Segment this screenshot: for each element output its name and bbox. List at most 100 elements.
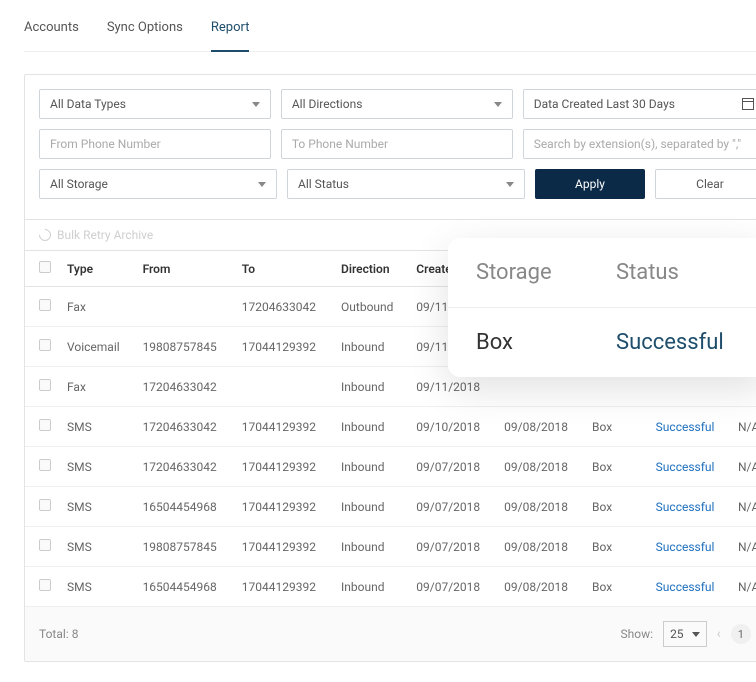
table-row: SMS1720463304217044129392Inbound09/10/20… [25, 407, 756, 447]
chevron-down-icon [494, 102, 502, 107]
prev-page-button[interactable]: ‹ [717, 626, 721, 642]
cell-direction: Inbound [333, 527, 408, 567]
cell-to: 17044129392 [234, 487, 333, 527]
col-type: Type [59, 251, 135, 287]
cell-type: SMS [59, 447, 135, 487]
apply-button[interactable]: Apply [535, 169, 645, 199]
chevron-down-icon [252, 102, 260, 107]
tab-report[interactable]: Report [211, 20, 250, 52]
row-checkbox[interactable] [39, 539, 51, 551]
cell-created: 09/07/2018 [408, 447, 496, 487]
cell-from: 17204633042 [135, 447, 234, 487]
retry-icon [37, 227, 54, 244]
data-types-label: All Data Types [50, 97, 126, 111]
storage-select[interactable]: All Storage [39, 169, 277, 199]
pager: Show: 25 ‹ 1 › [621, 621, 756, 647]
cell-to: 17044129392 [234, 567, 333, 607]
to-phone-placeholder: To Phone Number [292, 137, 388, 151]
row-checkbox[interactable] [39, 299, 51, 311]
from-phone-placeholder: From Phone Number [50, 137, 161, 151]
cell-created: 09/10/2018 [408, 407, 496, 447]
chevron-down-icon [506, 182, 514, 187]
cell-from: 19808757845 [135, 327, 234, 367]
tab-accounts[interactable]: Accounts [24, 20, 79, 45]
col-to: To [234, 251, 333, 287]
cell-status: Successful [648, 447, 730, 487]
date-range-select[interactable]: Data Created Last 30 Days [523, 89, 756, 119]
cell-to: 17204633042 [234, 287, 333, 327]
status-select[interactable]: All Status [287, 169, 525, 199]
cell-direction: Inbound [333, 327, 408, 367]
cell-created: 09/07/2018 [408, 487, 496, 527]
cell-direction: Outbound [333, 287, 408, 327]
page-number[interactable]: 1 [731, 624, 751, 644]
tabs: Accounts Sync Options Report [24, 20, 756, 52]
from-phone-input[interactable]: From Phone Number [39, 129, 271, 159]
cell-type: SMS [59, 527, 135, 567]
cell-storage: Box [584, 447, 648, 487]
chevron-down-icon [258, 182, 266, 187]
cell-from: 16504454968 [135, 567, 234, 607]
cell-type: SMS [59, 487, 135, 527]
cell-direction: Inbound [333, 567, 408, 607]
clear-button[interactable]: Clear [655, 169, 756, 199]
to-phone-input[interactable]: To Phone Number [281, 129, 513, 159]
cell-to: 17044129392 [234, 327, 333, 367]
overlay-header-storage: Storage [476, 260, 616, 285]
table-row: SMS1980875784517044129392Inbound09/07/20… [25, 527, 756, 567]
cell-type: SMS [59, 567, 135, 607]
row-checkbox[interactable] [39, 579, 51, 591]
select-all-checkbox[interactable] [39, 261, 51, 273]
status-link[interactable]: Successful [656, 420, 715, 434]
cell-storage: Box [584, 527, 648, 567]
cell-to [234, 367, 333, 407]
cell-created: 09/07/2018 [408, 527, 496, 567]
cell-created: 09/07/2018 [408, 567, 496, 607]
table-row: SMS1650445496817044129392Inbound09/07/20… [25, 487, 756, 527]
row-checkbox[interactable] [39, 459, 51, 471]
cell-archive: 09/08/2018 [496, 447, 584, 487]
cell-archive: 09/08/2018 [496, 407, 584, 447]
cell-type: Fax [59, 287, 135, 327]
cell-retry: N/A [730, 527, 756, 567]
calendar-icon [742, 98, 754, 110]
status-link[interactable]: Successful [656, 580, 715, 594]
status-link[interactable]: Successful [656, 500, 715, 514]
col-direction: Direction [333, 251, 408, 287]
status-label: All Status [298, 177, 349, 191]
tab-sync-options[interactable]: Sync Options [107, 20, 183, 45]
cell-status: Successful [648, 527, 730, 567]
status-link[interactable]: Successful [656, 460, 715, 474]
cell-retry: N/A [730, 567, 756, 607]
cell-to: 17044129392 [234, 527, 333, 567]
show-label: Show: [621, 627, 654, 641]
table-row: SMS1720463304217044129392Inbound09/07/20… [25, 447, 756, 487]
cell-storage: Box [584, 567, 648, 607]
date-range-label: Data Created Last 30 Days [534, 97, 675, 111]
page-size-select[interactable]: 25 [663, 621, 707, 647]
row-checkbox[interactable] [39, 339, 51, 351]
cell-direction: Inbound [333, 447, 408, 487]
detail-overlay: Storage Status Box Successful [448, 238, 756, 377]
cell-storage: Box [584, 487, 648, 527]
row-checkbox[interactable] [39, 419, 51, 431]
filter-area: All Data Types All Directions Data Creat… [25, 75, 756, 219]
row-checkbox[interactable] [39, 499, 51, 511]
extension-search-input[interactable]: Search by extension(s), separated by "," [523, 129, 756, 159]
cell-status: Successful [648, 407, 730, 447]
cell-direction: Inbound [333, 367, 408, 407]
page-size-value: 25 [670, 627, 684, 641]
storage-label: All Storage [50, 177, 108, 191]
cell-from: 19808757845 [135, 527, 234, 567]
cell-storage: Box [584, 407, 648, 447]
total-count: Total: 8 [39, 627, 78, 641]
cell-archive: 09/08/2018 [496, 527, 584, 567]
status-link[interactable]: Successful [656, 540, 715, 554]
row-checkbox[interactable] [39, 379, 51, 391]
cell-to: 17044129392 [234, 407, 333, 447]
cell-status: Successful [648, 567, 730, 607]
data-types-select[interactable]: All Data Types [39, 89, 271, 119]
directions-select[interactable]: All Directions [281, 89, 513, 119]
extension-search-placeholder: Search by extension(s), separated by "," [534, 137, 741, 151]
table-row: SMS1650445496817044129392Inbound09/07/20… [25, 567, 756, 607]
